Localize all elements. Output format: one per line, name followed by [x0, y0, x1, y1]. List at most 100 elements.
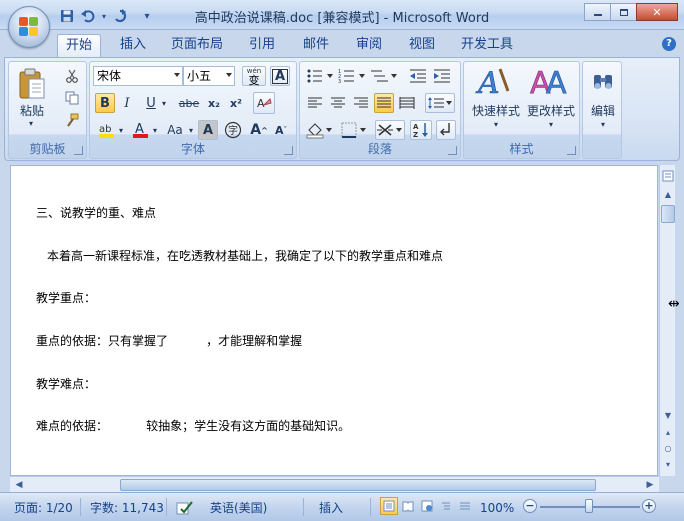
borders-icon[interactable]: [339, 120, 369, 140]
paste-icon[interactable]: [15, 66, 49, 102]
clear-formatting-icon[interactable]: A: [253, 92, 275, 114]
editing-dropdown-icon[interactable]: ▾: [597, 119, 609, 129]
strikethrough-button[interactable]: abe: [176, 93, 202, 113]
proofing-icon[interactable]: [176, 500, 194, 516]
font-color-icon[interactable]: A: [129, 120, 151, 140]
full-screen-reading-icon[interactable]: [399, 497, 417, 515]
change-styles-dropdown-icon[interactable]: ▾: [545, 119, 557, 129]
highlight-icon[interactable]: ab: [95, 120, 117, 140]
change-case-button[interactable]: Aa: [163, 120, 187, 140]
bold-button[interactable]: B: [95, 93, 115, 113]
zoom-out-button[interactable]: −: [523, 499, 537, 513]
doc-paragraph: 教学难点：: [36, 377, 97, 391]
cut-icon[interactable]: [62, 66, 82, 86]
sort-icon[interactable]: AZ: [410, 120, 432, 140]
scroll-up-icon[interactable]: ▲: [661, 187, 675, 201]
font-color-dropdown-icon[interactable]: ▾: [151, 124, 159, 136]
ruler-toggle-icon[interactable]: [661, 169, 675, 183]
numbering-icon[interactable]: 123: [337, 66, 367, 86]
paste-dropdown-icon[interactable]: ▾: [25, 118, 37, 128]
draft-view-icon[interactable]: [456, 497, 474, 515]
tab-developer[interactable]: 开发工具: [455, 34, 519, 57]
grow-font-button[interactable]: A ^: [249, 120, 269, 140]
vertical-scroll-thumb[interactable]: [661, 205, 675, 223]
phonetic-guide-button[interactable]: wén 变: [242, 66, 266, 86]
decrease-indent-icon[interactable]: [407, 66, 429, 86]
align-right-icon[interactable]: [351, 93, 371, 113]
help-icon[interactable]: ?: [662, 37, 676, 51]
font-launcher-icon[interactable]: [284, 146, 293, 155]
document-page[interactable]: 三、说教学的重、难点 本着高一新课程标准，在吃透教材基础上，我确定了以下的教学重…: [10, 165, 658, 476]
outline-view-icon[interactable]: [437, 497, 455, 515]
restore-button[interactable]: [610, 3, 637, 21]
quick-styles-icon[interactable]: A: [472, 64, 516, 98]
binoculars-icon[interactable]: [591, 68, 615, 96]
copy-icon[interactable]: [62, 88, 82, 108]
justify-icon[interactable]: [374, 93, 394, 113]
tab-page-layout[interactable]: 页面布局: [166, 34, 228, 57]
font-name-combo[interactable]: 宋体: [93, 66, 183, 86]
distributed-icon[interactable]: [397, 93, 417, 113]
page-indicator[interactable]: 页面: 1/20: [14, 500, 73, 516]
word-count[interactable]: 字数: 11,743: [90, 500, 164, 516]
quick-styles-dropdown-icon[interactable]: ▾: [490, 119, 502, 129]
change-styles-icon[interactable]: AA: [526, 64, 574, 98]
horizontal-scroll-thumb[interactable]: [120, 479, 596, 491]
bullets-icon[interactable]: [305, 66, 335, 86]
multilevel-list-icon[interactable]: [369, 66, 399, 86]
paragraph-launcher-icon[interactable]: [448, 146, 457, 155]
line-spacing-icon[interactable]: [425, 93, 455, 113]
paste-button[interactable]: 粘贴: [13, 102, 51, 118]
scroll-right-icon[interactable]: ▶: [643, 478, 657, 492]
editing-button[interactable]: 编辑: [585, 102, 621, 118]
subscript-button[interactable]: x₂: [204, 93, 224, 113]
zoom-level[interactable]: 100%: [480, 500, 514, 516]
tab-mailings[interactable]: 邮件: [295, 34, 337, 57]
scroll-down-icon[interactable]: ▼: [661, 408, 675, 422]
font-size-combo[interactable]: 小五: [183, 66, 235, 86]
shrink-font-button[interactable]: Aˇ: [271, 120, 291, 140]
enclose-characters-icon[interactable]: 字: [223, 120, 243, 140]
underline-button[interactable]: U: [141, 93, 161, 113]
change-case-dropdown-icon[interactable]: ▾: [187, 124, 195, 136]
show-marks-icon[interactable]: [436, 120, 456, 140]
clipboard-launcher-icon[interactable]: [74, 146, 83, 155]
align-center-icon[interactable]: [328, 93, 348, 113]
office-button[interactable]: [8, 6, 50, 48]
insert-mode-indicator[interactable]: 插入: [319, 500, 343, 516]
print-layout-view-icon[interactable]: [380, 497, 398, 515]
align-left-icon[interactable]: [305, 93, 325, 113]
character-border-button[interactable]: A: [270, 66, 290, 86]
tab-view[interactable]: 视图: [401, 34, 443, 57]
tab-insert[interactable]: 插入: [112, 34, 154, 57]
web-layout-icon[interactable]: [418, 497, 436, 515]
previous-page-icon[interactable]: ▴: [661, 425, 675, 439]
scroll-left-icon[interactable]: ◀: [12, 478, 26, 492]
minimize-button[interactable]: [584, 3, 611, 21]
styles-launcher-icon[interactable]: [567, 146, 576, 155]
tab-review[interactable]: 审阅: [348, 34, 390, 57]
tab-home[interactable]: 开始: [57, 34, 101, 57]
tab-references[interactable]: 引用: [241, 34, 283, 57]
select-browse-object-icon[interactable]: ○: [661, 441, 675, 455]
zoom-in-button[interactable]: +: [642, 499, 656, 513]
window-title: 高中政治说课稿.doc [兼容模式] - Microsoft Word: [194, 11, 490, 26]
underline-dropdown-icon[interactable]: ▾: [160, 97, 168, 109]
next-page-icon[interactable]: ▾: [661, 457, 675, 471]
language-indicator[interactable]: 英语(美国): [210, 500, 267, 516]
shading-icon[interactable]: [305, 120, 335, 140]
character-shading-icon[interactable]: A: [198, 120, 218, 140]
increase-indent-icon[interactable]: [431, 66, 453, 86]
title-bar: ▾ ▾ 高中政治说课稿.doc [兼容模式] - Microsoft Word …: [0, 0, 684, 30]
vertical-scrollbar[interactable]: ▲ ▼ ▴ ○ ▾: [659, 165, 675, 476]
highlight-dropdown-icon[interactable]: ▾: [117, 124, 125, 136]
italic-button[interactable]: I: [117, 93, 137, 113]
format-painter-icon[interactable]: [62, 110, 82, 130]
quick-styles-button[interactable]: 快速样式: [468, 102, 524, 118]
superscript-button[interactable]: x²: [226, 93, 246, 113]
chinese-layout-icon[interactable]: [375, 120, 405, 140]
change-styles-button[interactable]: 更改样式: [522, 102, 580, 118]
zoom-slider-thumb[interactable]: [585, 499, 593, 513]
horizontal-scrollbar[interactable]: ◀ ▶: [10, 476, 659, 492]
close-button[interactable]: ✕: [636, 3, 678, 21]
